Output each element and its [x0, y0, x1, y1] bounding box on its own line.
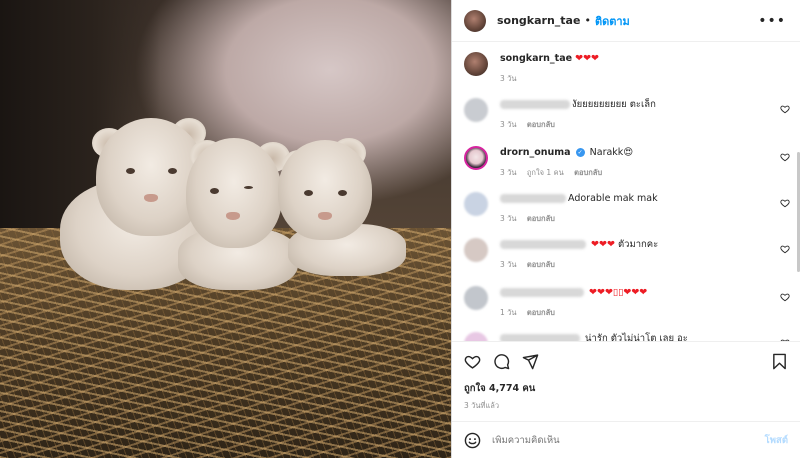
more-options-icon[interactable]: •••	[758, 13, 786, 29]
caption-text: ❤❤❤	[575, 53, 599, 64]
post-header: songkarn_tae • ติดตาม •••	[452, 0, 800, 42]
action-bar	[452, 341, 800, 381]
like-comment-heart-icon[interactable]	[780, 338, 790, 341]
hidden-username	[500, 240, 586, 249]
bookmark-save-icon[interactable]	[771, 353, 788, 370]
cub-nose	[226, 212, 240, 220]
author-avatar[interactable]	[464, 52, 488, 76]
commenter-avatar[interactable]	[464, 146, 488, 170]
share-send-icon[interactable]	[522, 353, 539, 370]
cub-nose	[144, 194, 158, 202]
like-heart-icon[interactable]	[464, 353, 481, 370]
reply-button[interactable]: ตอบกลับ	[527, 120, 555, 129]
follow-button[interactable]: ติดตาม	[595, 12, 630, 30]
cub-head	[186, 138, 282, 248]
post-photo[interactable]	[0, 0, 451, 458]
separator-dot: •	[584, 14, 591, 27]
comments-list[interactable]: songkarn_tae ❤❤❤ 3 วัน งัยยยยยยยยย ตะเล็…	[452, 42, 800, 341]
caption: songkarn_tae ❤❤❤ 3 วัน	[464, 52, 790, 85]
like-comment-heart-icon[interactable]	[780, 198, 790, 208]
author-avatar[interactable]	[464, 9, 486, 32]
reply-button[interactable]: ตอบกลับ	[574, 168, 602, 177]
likes-count[interactable]: ถูกใจ 4,774 คน	[452, 381, 800, 396]
comment-bubble-icon[interactable]	[493, 353, 510, 370]
commenter-avatar[interactable]	[464, 98, 488, 122]
cub-nose	[318, 212, 332, 220]
hidden-username	[500, 334, 580, 341]
comment-text: ตัวมากคะ	[617, 239, 659, 250]
hidden-username	[500, 288, 584, 297]
cub-eye	[210, 188, 219, 194]
author-username[interactable]: songkarn_tae	[497, 14, 580, 27]
cub-head	[278, 140, 372, 240]
comment-text: งัยยยยยยยยย ตะเล็ก	[572, 99, 656, 110]
commenter-avatar[interactable]	[464, 332, 488, 341]
comment-time: 3 วัน	[500, 120, 517, 129]
commenter-username[interactable]: drorn_onuma	[500, 147, 571, 158]
cub-eye	[244, 186, 253, 189]
comment-text: Narakk😍	[589, 147, 634, 158]
comment-item: ❤❤❤▯▯❤❤❤ 1 วัน ตอบกลับ	[464, 286, 790, 319]
cub-eye	[338, 190, 347, 196]
add-comment-bar: โพสต์	[452, 421, 800, 458]
like-comment-heart-icon[interactable]	[780, 292, 790, 302]
reply-button[interactable]: ตอบกลับ	[527, 260, 555, 269]
post-time: 3 วันที่แล้ว	[464, 401, 500, 410]
commenter-avatar[interactable]	[464, 238, 488, 262]
verified-badge-icon: ✓	[575, 148, 585, 157]
comment-item: น่ารัก ตัวไม่น่าโต เลย อะ	[464, 332, 790, 341]
commenter-avatar[interactable]	[464, 192, 488, 216]
emoji-smile-icon[interactable]	[464, 432, 481, 449]
like-comment-heart-icon[interactable]	[780, 104, 790, 114]
comment-item: drorn_onuma ✓ Narakk😍 3 วัน ถูกใจ 1 คน ต…	[464, 146, 790, 179]
comment-text: Adorable mak mak	[568, 193, 658, 204]
comment-time: 3 วัน	[500, 214, 517, 223]
cub-eye	[304, 190, 313, 196]
comment-item: Adorable mak mak 3 วัน ตอบกลับ	[464, 192, 790, 225]
reply-button[interactable]: ตอบกลับ	[527, 308, 555, 317]
comment-text: ❤❤❤▯▯❤❤❤	[589, 287, 648, 298]
post-comment-button[interactable]: โพสต์	[765, 433, 788, 448]
comment-text: น่ารัก ตัวไม่น่าโต เลย อะ	[585, 333, 688, 341]
comment-time: 1 วัน	[500, 308, 517, 317]
like-comment-heart-icon[interactable]	[780, 244, 790, 254]
comment-time: 3 วัน	[500, 260, 517, 269]
comment-item: งัยยยยยยยยย ตะเล็ก 3 วัน ตอบกลับ	[464, 98, 790, 131]
hidden-username	[500, 100, 570, 109]
hidden-username	[500, 194, 566, 203]
comment-time: 3 วัน	[500, 168, 517, 177]
cub-eye	[126, 168, 135, 174]
caption-time: 3 วัน	[500, 74, 517, 83]
like-comment-heart-icon[interactable]	[780, 152, 790, 162]
comment-item: ❤❤❤ ตัวมากคะ 3 วัน ตอบกลับ	[464, 238, 790, 271]
reply-button[interactable]: ตอบกลับ	[527, 214, 555, 223]
cub-eye	[168, 168, 177, 174]
post-side-panel: songkarn_tae • ติดตาม ••• songkarn_tae ❤…	[451, 0, 800, 458]
caption-username[interactable]: songkarn_tae	[500, 53, 572, 64]
comment-likes[interactable]: ถูกใจ 1 คน	[527, 168, 564, 177]
comment-emoji: ❤❤❤	[591, 239, 615, 250]
commenter-avatar[interactable]	[464, 286, 488, 310]
add-comment-input[interactable]	[492, 434, 765, 446]
